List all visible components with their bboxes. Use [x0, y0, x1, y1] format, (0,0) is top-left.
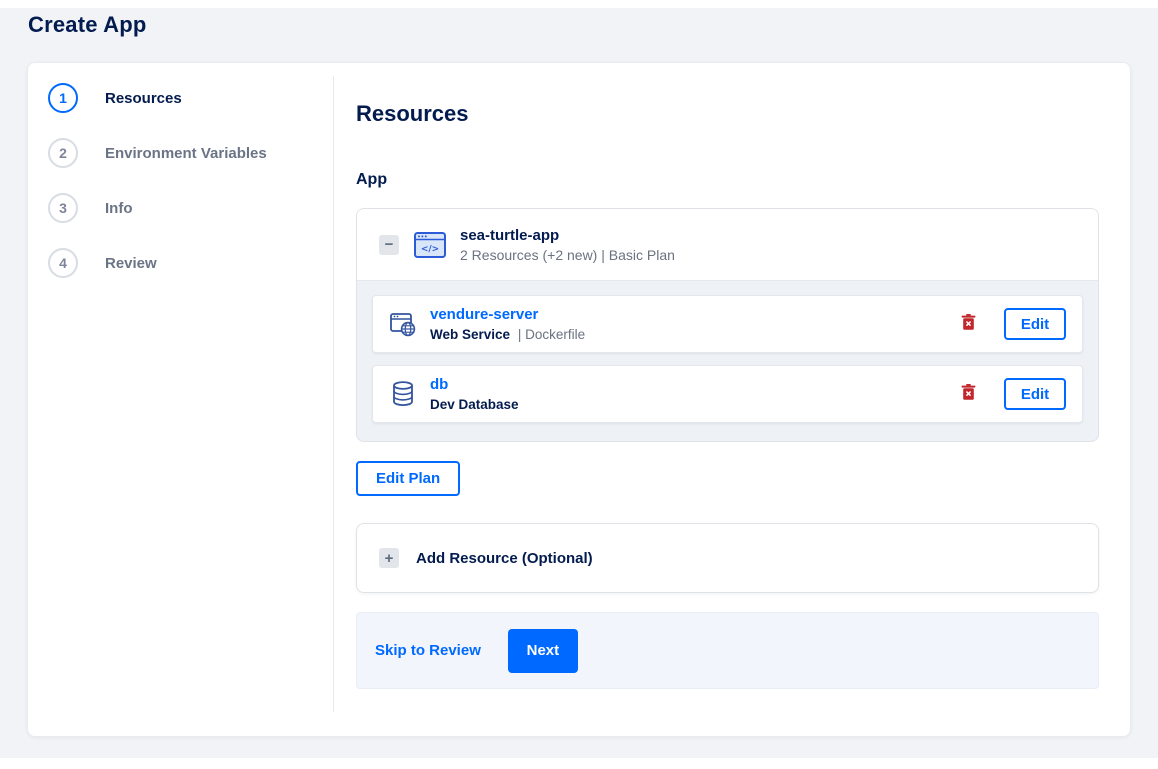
trash-icon — [961, 384, 976, 404]
main-content: Resources App − </> sea-turtle-app 2 Res… — [334, 63, 1130, 736]
page-title: Create App — [28, 12, 147, 37]
step-number-badge: 2 — [48, 138, 78, 168]
plus-icon: + — [384, 549, 394, 567]
resource-type: Web Service — [430, 327, 511, 342]
resource-subtitle: Dev Database — [430, 397, 959, 412]
app-card-header: − </> sea-turtle-app 2 Resources (+2 new… — [357, 209, 1098, 281]
web-service-icon — [389, 310, 417, 338]
step-environment-variables[interactable]: 2 Environment Variables — [48, 138, 334, 168]
add-resource-section[interactable]: + Add Resource (Optional) — [356, 523, 1099, 593]
wizard-footer-bar: Skip to Review Next — [356, 612, 1099, 689]
resource-subtitle: Web Service | Dockerfile — [430, 327, 959, 342]
skip-to-review-link[interactable]: Skip to Review — [375, 642, 481, 659]
delete-resource-button[interactable] — [959, 382, 978, 406]
expand-add-resource-button[interactable]: + — [379, 548, 399, 568]
app-section-label: App — [356, 171, 388, 188]
app-window-code-icon: </> — [414, 231, 446, 258]
step-label: Environment Variables — [105, 144, 267, 162]
collapse-app-button[interactable]: − — [379, 234, 399, 255]
step-label: Review — [105, 254, 157, 272]
resource-row: db Dev Database Edit — [372, 365, 1083, 423]
app-summary: 2 Resources (+2 new) | Basic Plan — [460, 246, 675, 263]
bottom-white-strip — [0, 758, 1158, 769]
create-app-card: 1 Resources 2 Environment Variables 3 In… — [27, 62, 1131, 737]
resource-type: Dev Database — [430, 397, 519, 412]
resources-heading: Resources — [356, 101, 469, 126]
resource-name-link[interactable]: vendure-server — [430, 306, 538, 323]
edit-plan-button[interactable]: Edit Plan — [356, 461, 461, 496]
edit-resource-button[interactable]: Edit — [1004, 378, 1066, 410]
wizard-stepper: 1 Resources 2 Environment Variables 3 In… — [28, 63, 334, 736]
resource-text: vendure-server Web Service | Dockerfile — [430, 306, 959, 342]
step-review[interactable]: 4 Review — [48, 248, 334, 278]
svg-text:</>: </> — [421, 244, 439, 254]
step-number-badge: 1 — [48, 83, 78, 113]
step-number-badge: 3 — [48, 193, 78, 223]
app-header-text: sea-turtle-app 2 Resources (+2 new) | Ba… — [460, 227, 675, 263]
next-button[interactable]: Next — [507, 628, 578, 673]
step-number-badge: 4 — [48, 248, 78, 278]
app-card: − </> sea-turtle-app 2 Resources (+2 new… — [356, 208, 1099, 442]
app-card-body: vendure-server Web Service | Dockerfile — [357, 281, 1098, 441]
resource-row: vendure-server Web Service | Dockerfile — [372, 295, 1083, 353]
top-white-strip — [0, 0, 1158, 8]
minus-icon: − — [384, 236, 394, 253]
edit-resource-button[interactable]: Edit — [1004, 308, 1066, 340]
delete-resource-button[interactable] — [959, 312, 978, 336]
step-info[interactable]: 3 Info — [48, 193, 334, 223]
resource-detail: | Dockerfile — [517, 327, 586, 342]
app-name: sea-turtle-app — [460, 226, 560, 244]
resource-name-link[interactable]: db — [430, 376, 448, 393]
database-icon — [389, 380, 417, 408]
add-resource-label: Add Resource (Optional) — [416, 549, 593, 567]
step-label: Info — [105, 199, 133, 217]
resource-text: db Dev Database — [430, 376, 959, 412]
trash-icon — [961, 314, 976, 334]
step-resources[interactable]: 1 Resources — [48, 83, 334, 113]
step-label: Resources — [105, 89, 182, 107]
